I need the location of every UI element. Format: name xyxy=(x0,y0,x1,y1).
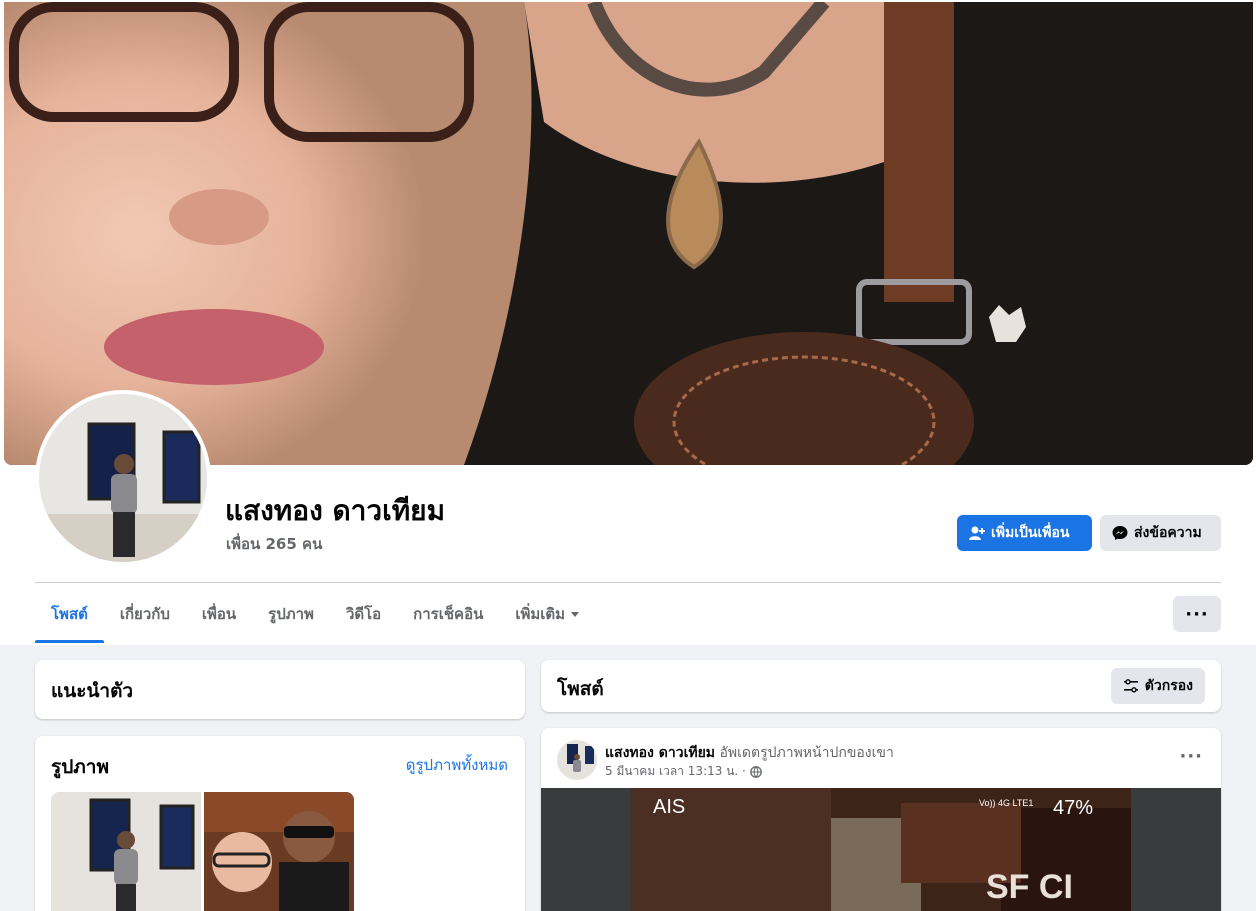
more-options-button[interactable]: ··· xyxy=(1173,596,1221,632)
filter-button[interactable]: ตัวกรอง xyxy=(1110,668,1205,704)
tab-friends-label: เพื่อน xyxy=(201,605,237,623)
photo-thumbnail[interactable] xyxy=(51,792,201,911)
see-all-photos-link[interactable]: ดูรูปภาพทั้งหมด xyxy=(406,753,508,777)
post-action-text: อัพเดตรูปภาพหน้าปกของเขา xyxy=(719,745,894,761)
post-photo[interactable]: AIS Vo)) 4G LTE1 47% SF CI xyxy=(541,788,1221,911)
post-avatar-image xyxy=(557,740,597,780)
posts-header-card: โพสต์ ตัวกรอง xyxy=(541,660,1221,712)
post-author-avatar[interactable] xyxy=(557,740,597,780)
tab-more-label: เพิ่มเติม xyxy=(515,605,566,623)
cover-photo[interactable] xyxy=(4,2,1253,465)
cover-image xyxy=(4,2,1253,465)
post-meta: 5 มีนาคม เวลา 13:13 น. · xyxy=(605,762,762,781)
intro-card: แนะนำตัว xyxy=(35,660,525,719)
tab-videos[interactable]: วิดีโอ xyxy=(330,585,397,643)
tab-videos-label: วิดีโอ xyxy=(345,605,382,623)
post-timestamp[interactable]: 5 มีนาคม เวลา 13:13 น. · xyxy=(605,762,746,781)
filter-icon xyxy=(1123,679,1138,693)
messenger-icon xyxy=(1112,526,1128,540)
tab-more[interactable]: เพิ่มเติม xyxy=(499,585,595,643)
tab-checkins-label: การเช็คอิน xyxy=(413,605,484,623)
photo-thumbnail-image xyxy=(204,792,354,911)
photo-network-text: Vo)) 4G LTE1 xyxy=(979,798,1033,808)
add-friend-icon xyxy=(969,526,985,540)
chevron-down-icon xyxy=(571,611,580,617)
tab-about-label: เกี่ยวกับ xyxy=(119,605,170,623)
tab-posts[interactable]: โพสต์ xyxy=(35,585,104,643)
photo-carrier-text: AIS xyxy=(653,796,685,818)
friend-count[interactable]: เพื่อน 265 คน xyxy=(226,532,322,556)
profile-avatar[interactable] xyxy=(35,390,211,566)
post-card: แสงทอง ดาวเทียม อัพเดตรูปภาพหน้าปกของเขา… xyxy=(541,728,1221,911)
filter-label: ตัวกรอง xyxy=(1144,678,1193,694)
photos-card: รูปภาพ ดูรูปภาพทั้งหมด xyxy=(35,736,525,911)
tab-photos-label: รูปภาพ xyxy=(268,605,314,623)
tab-photos[interactable]: รูปภาพ xyxy=(252,585,330,643)
intro-title: แนะนำตัว xyxy=(51,680,134,702)
tab-friends[interactable]: เพื่อน xyxy=(186,585,252,643)
tab-posts-label: โพสต์ xyxy=(51,605,88,623)
post-header: แสงทอง ดาวเทียม อัพเดตรูปภาพหน้าปกของเขา xyxy=(605,742,894,764)
message-button[interactable]: ส่งข้อความ xyxy=(1100,515,1221,551)
photos-title[interactable]: รูปภาพ xyxy=(51,752,109,782)
message-label: ส่งข้อความ xyxy=(1134,525,1202,541)
header-divider xyxy=(35,582,1221,583)
add-friend-button[interactable]: เพิ่มเป็นเพื่อน xyxy=(957,515,1092,551)
profile-name: แสงทอง ดาวเทียม xyxy=(225,494,446,527)
photo-thumbnail-image xyxy=(51,792,201,911)
photo-battery-text: 47% xyxy=(1053,797,1093,819)
post-photo-image: AIS Vo)) 4G LTE1 47% SF CI xyxy=(541,788,1221,911)
photo-thumbnail[interactable] xyxy=(204,792,354,911)
globe-icon xyxy=(749,765,762,778)
profile-tabs: โพสต์ เกี่ยวกับ เพื่อน รูปภาพ วิดีโอ การ… xyxy=(35,585,595,643)
profile-header: แสงทอง ดาวเทียม เพื่อน 265 คน เพิ่มเป็นเ… xyxy=(0,0,1256,645)
avatar-image xyxy=(39,394,207,562)
posts-title: โพสต์ xyxy=(557,678,604,700)
tab-about[interactable]: เกี่ยวกับ xyxy=(104,585,186,643)
photo-sign-text: SF CI xyxy=(986,868,1073,906)
add-friend-label: เพิ่มเป็นเพื่อน xyxy=(991,525,1070,541)
post-author-name[interactable]: แสงทอง ดาวเทียม xyxy=(605,745,715,761)
tab-checkins[interactable]: การเช็คอิน xyxy=(397,585,499,643)
post-options-button[interactable]: ··· xyxy=(1179,746,1203,767)
